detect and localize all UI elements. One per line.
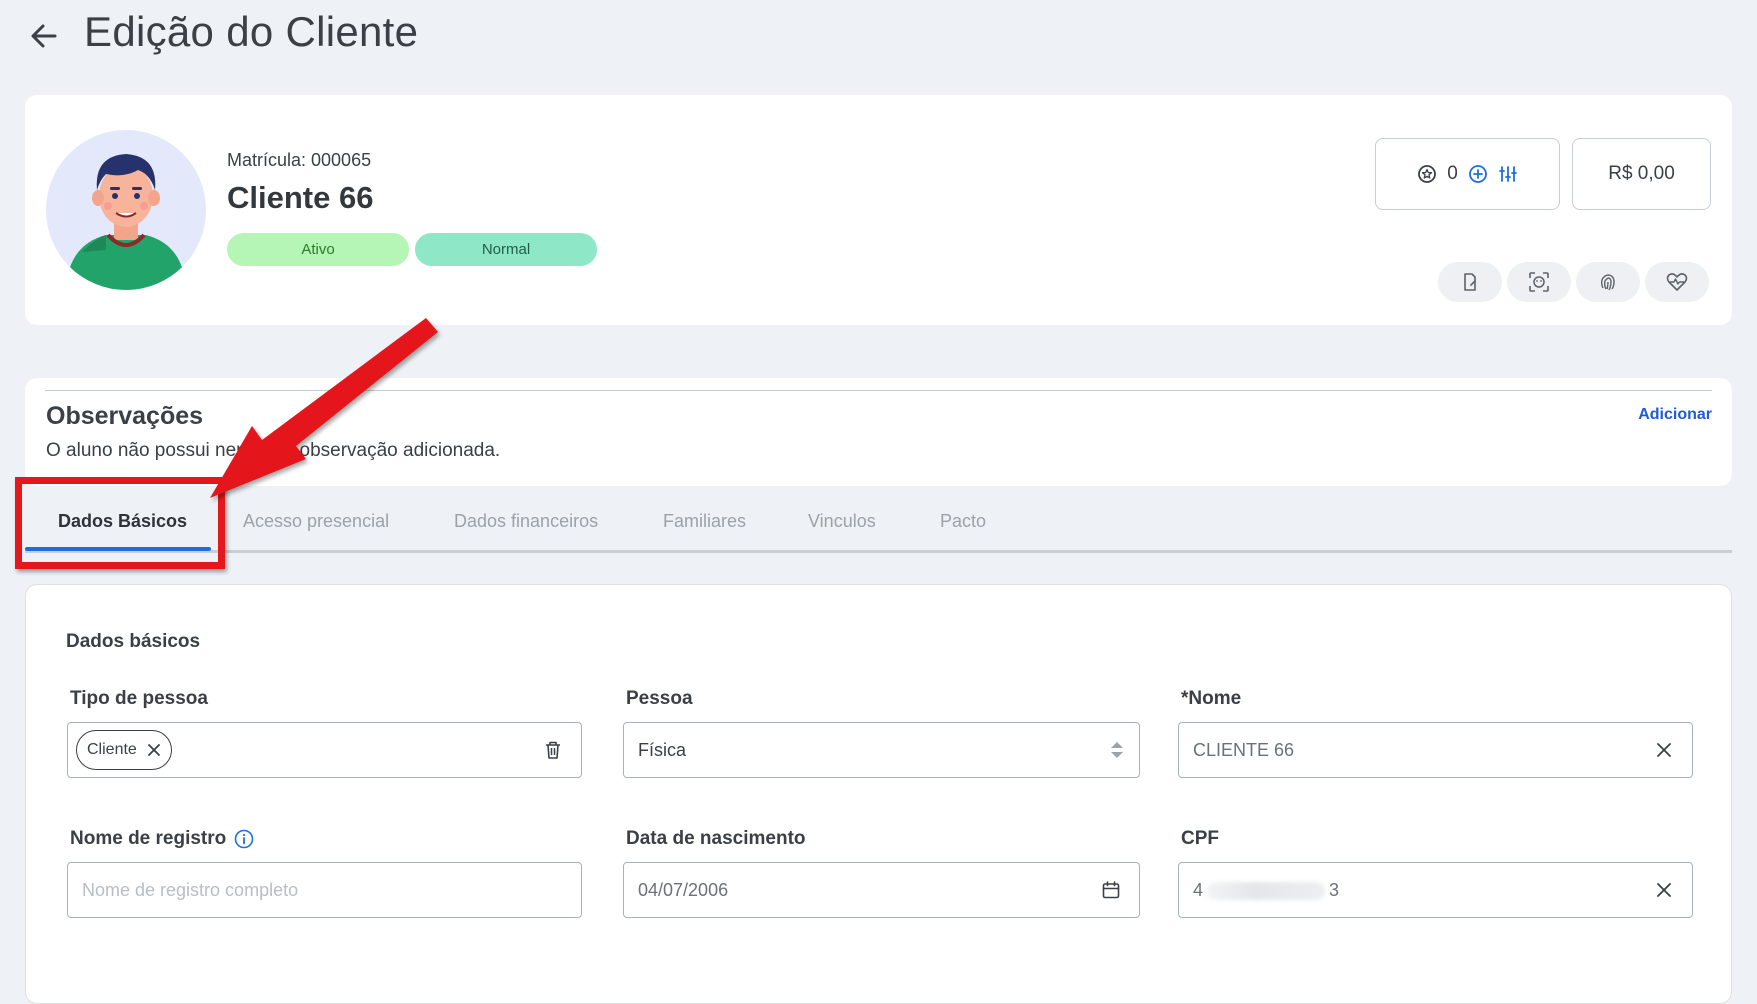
annotation-highlight-box: [15, 477, 225, 569]
matricula-text: Matrícula: 000065: [227, 150, 372, 170]
chip-label: Cliente: [87, 741, 137, 758]
trash-icon: [546, 741, 560, 759]
pessoa-value: Física: [638, 739, 687, 760]
tab-pacto[interactable]: Pacto: [940, 511, 986, 532]
cpf-input[interactable]: 43: [1178, 862, 1693, 918]
fingerprint-icon: [1600, 274, 1615, 291]
tipo-pessoa-field[interactable]: Cliente: [67, 722, 582, 778]
status-badge: Ativo: [227, 233, 409, 266]
document-button[interactable]: [1438, 262, 1502, 302]
document-edit-icon: [1464, 273, 1476, 291]
points-box: 0: [1375, 138, 1560, 210]
tab-bar: Dados Básicos Acesso presencial Dados fi…: [25, 487, 1732, 553]
clear-nome-button[interactable]: [1650, 736, 1678, 764]
tab-acesso-presencial[interactable]: Acesso presencial: [243, 511, 389, 532]
medal-icon: [1418, 165, 1437, 183]
tab-dados-financeiros[interactable]: Dados financeiros: [454, 511, 598, 532]
nome-registro-input[interactable]: Nome de registro completo: [67, 862, 582, 918]
chip-remove-button[interactable]: [147, 743, 161, 757]
close-icon: [1657, 743, 1671, 757]
cliente-chip: Cliente: [76, 730, 172, 770]
add-points-button[interactable]: [1468, 164, 1488, 184]
divider: [45, 390, 1712, 391]
fingerprint-button[interactable]: [1576, 262, 1640, 302]
data-nascimento-value: 04/07/2006: [638, 879, 729, 900]
tab-vinculos[interactable]: Vinculos: [808, 511, 876, 532]
balance-box[interactable]: R$ 0,00: [1572, 138, 1711, 210]
clear-tipo-button[interactable]: [539, 736, 567, 764]
tab-familiares[interactable]: Familiares: [663, 511, 746, 532]
nome-input[interactable]: CLIENTE 66: [1178, 722, 1693, 778]
observations-empty-text: O aluno não possui nenhuma observação ad…: [46, 440, 501, 461]
data-nascimento-label: Data de nascimento: [626, 828, 806, 849]
calendar-button[interactable]: [1097, 876, 1125, 904]
face-scan-button[interactable]: [1507, 262, 1571, 302]
pessoa-label: Pessoa: [626, 688, 693, 709]
clear-cpf-button[interactable]: [1650, 876, 1678, 904]
sort-arrows-icon: [1111, 742, 1123, 758]
heart-pulse-icon: [1666, 273, 1688, 291]
add-observation-link[interactable]: Adicionar: [1638, 406, 1712, 424]
health-button[interactable]: [1645, 262, 1709, 302]
nome-value: CLIENTE 66: [1193, 739, 1295, 760]
observations-title: Observações: [46, 402, 204, 430]
plus-circle-icon: [1468, 165, 1487, 183]
pessoa-select[interactable]: Física: [623, 722, 1140, 778]
close-icon: [1657, 883, 1671, 897]
nome-label: *Nome: [1181, 688, 1242, 709]
calendar-icon: [1102, 881, 1120, 899]
cpf-value: 43: [1193, 879, 1340, 900]
close-icon: [147, 744, 160, 756]
sliders-icon: [1498, 166, 1517, 182]
back-button[interactable]: [26, 18, 62, 54]
arrow-left-icon: [31, 24, 57, 48]
redacted-blur: [1207, 881, 1326, 900]
points-value: 0: [1447, 163, 1458, 184]
type-badge: Normal: [415, 233, 597, 266]
adjust-points-button[interactable]: [1498, 164, 1518, 184]
data-nascimento-input[interactable]: 04/07/2006: [623, 862, 1140, 918]
info-icon[interactable]: [234, 829, 254, 849]
face-scan-icon: [1529, 272, 1549, 292]
section-title: Dados básicos: [66, 631, 201, 652]
basic-data-form: Dados básicos Tipo de pessoa Cliente Pes…: [25, 584, 1732, 1004]
page-title: Edição do Cliente: [84, 8, 419, 55]
cpf-label: CPF: [1181, 828, 1219, 849]
client-name: Cliente 66: [227, 180, 374, 215]
tipo-pessoa-label: Tipo de pessoa: [70, 688, 208, 709]
avatar: [46, 130, 206, 290]
nome-registro-placeholder: Nome de registro completo: [82, 879, 299, 900]
nome-registro-label: Nome de registro: [70, 828, 254, 850]
profile-card: Matrícula: 000065 Cliente 66 Ativo Norma…: [25, 95, 1732, 325]
observations-card: Observações O aluno não possui nenhuma o…: [25, 378, 1732, 486]
